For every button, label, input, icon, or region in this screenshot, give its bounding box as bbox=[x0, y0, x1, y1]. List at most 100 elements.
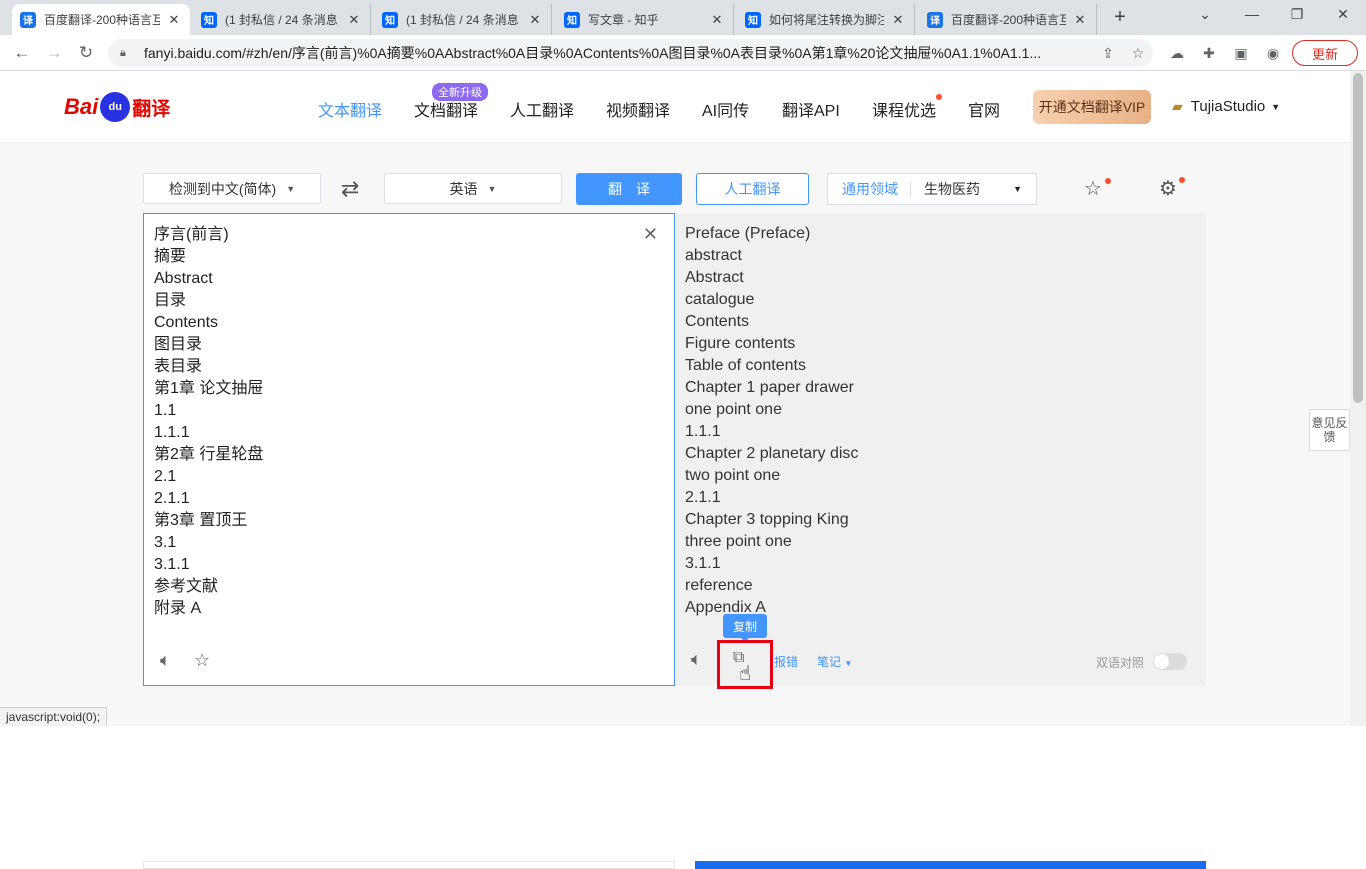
site-header: Bai du 翻译 文本翻译 文档翻译 全新升级 人工翻译 视频翻译 AI同传 … bbox=[0, 71, 1350, 143]
source-language-label: 检测到中文(简体) bbox=[168, 180, 277, 197]
baidu-translate-logo[interactable]: Bai du 翻译 bbox=[64, 90, 170, 124]
forward-icon[interactable]: → bbox=[42, 41, 66, 65]
text-line: 第1章 论文抽屉 bbox=[154, 380, 264, 397]
browser-toolbar: ← → ↻ 🔒︎ fanyi.baidu.com/#zh/en/序言(前言)%0… bbox=[0, 35, 1366, 71]
nav-courses[interactable]: 课程优选 bbox=[872, 97, 936, 121]
text-line: 第2章 行星轮盘 bbox=[154, 446, 264, 463]
logo-paw-icon: du bbox=[100, 92, 131, 122]
report-error-link[interactable]: 报错 bbox=[774, 653, 798, 670]
source-text-panel[interactable]: 序言(前言) 摘要 Abstract 目录 Contents 图目录 表目录 第1章 论文抽屉… bbox=[143, 213, 675, 686]
nav-video-translate[interactable]: 视频翻译 bbox=[606, 97, 670, 121]
new-tab-button[interactable]: + bbox=[1108, 6, 1132, 30]
domain-select[interactable]: 通用领域 生物医药 ▼ bbox=[827, 173, 1037, 205]
browser-tab-2[interactable]: 知 (1 封私信 / 24 条消息 ✕ bbox=[193, 4, 371, 35]
scrollbar-thumb[interactable] bbox=[1353, 73, 1363, 403]
lock-icon[interactable]: 🔒︎ bbox=[120, 47, 134, 60]
text-line: 目录 bbox=[154, 292, 187, 309]
nav-human-translate[interactable]: 人工翻译 bbox=[510, 97, 574, 121]
extension-cloud-icon[interactable]: ☁ bbox=[1166, 42, 1188, 64]
close-tab-icon[interactable]: ✕ bbox=[166, 12, 182, 28]
new-upgrade-badge: 全新升级 bbox=[432, 83, 488, 101]
update-button[interactable]: 更新 bbox=[1292, 40, 1358, 66]
notification-dot bbox=[936, 94, 942, 100]
text-line: Chapter 2 planetary disc bbox=[685, 445, 859, 462]
text-line: abstract bbox=[685, 247, 742, 264]
bottom-banner[interactable] bbox=[695, 861, 1206, 869]
settings-gear-icon[interactable]: ⚙ bbox=[1159, 176, 1177, 201]
text-line: catalogue bbox=[685, 291, 755, 308]
text-line: 1.1.1 bbox=[154, 424, 190, 441]
tab-search-icon[interactable]: ⌄ bbox=[1190, 6, 1220, 28]
text-line: 3.1.1 bbox=[685, 555, 721, 572]
zhihu-favicon-icon: 知 bbox=[201, 11, 217, 28]
text-line: 1.1 bbox=[154, 402, 177, 419]
tab-title: 如何将尾注转换为脚注 bbox=[769, 13, 884, 27]
favorites-folder-icon[interactable]: ☆ bbox=[1084, 176, 1102, 201]
bilingual-toggle[interactable] bbox=[1153, 653, 1187, 670]
browser-tab-4[interactable]: 知 写文章 - 知乎 ✕ bbox=[556, 4, 734, 35]
browser-tab-1[interactable]: 译 百度翻译-200种语言互 ✕ bbox=[12, 4, 190, 35]
bottom-left-card bbox=[143, 861, 675, 869]
translate-button[interactable]: 翻译 bbox=[576, 173, 682, 205]
text-line: reference bbox=[685, 577, 753, 594]
text-line: 第3章 置顶王 bbox=[154, 512, 248, 529]
tab-title: 百度翻译-200种语言互 bbox=[951, 13, 1066, 27]
restore-icon[interactable]: ❐ bbox=[1282, 6, 1312, 28]
target-language-select[interactable]: 英语 ▼ bbox=[384, 173, 562, 204]
share-icon[interactable]: ⇪ bbox=[1093, 45, 1123, 62]
browser-tab-5[interactable]: 知 如何将尾注转换为脚注 ✕ bbox=[737, 4, 915, 35]
text-line: Chapter 3 topping King bbox=[685, 511, 849, 528]
chevron-down-icon: ▼ bbox=[844, 659, 853, 668]
profile-avatar-icon[interactable]: ◉ bbox=[1262, 42, 1284, 64]
user-menu[interactable]: ▰ TujiaStudio ▼ bbox=[1172, 98, 1280, 115]
nav-ai-interpret[interactable]: AI同传 bbox=[702, 97, 749, 121]
source-language-select[interactable]: 检测到中文(简体) ▼ bbox=[143, 173, 321, 204]
side-panel-icon[interactable]: ▣ bbox=[1230, 42, 1252, 64]
bookmark-star-icon[interactable]: ☆ bbox=[1123, 45, 1153, 62]
nav-text-translate[interactable]: 文本翻译 bbox=[318, 97, 382, 121]
baidu-translate-favicon-icon: 译 bbox=[20, 11, 36, 28]
swap-languages-icon[interactable]: ⇄ bbox=[341, 176, 359, 202]
translation-text: Preface (Preface) abstract Abstract catalog… bbox=[685, 223, 858, 619]
bilingual-label: 双语对照 bbox=[1096, 656, 1145, 670]
toggle-knob bbox=[1154, 654, 1169, 669]
favorite-star-icon[interactable]: ☆ bbox=[194, 650, 210, 671]
speaker-icon[interactable]: 🔈︎ bbox=[160, 650, 171, 671]
translate-controls: 检测到中文(简体) ▼ ⇄ 英语 ▼ 翻译 人工翻译 通用领域 生物医药 ▼ ☆… bbox=[143, 173, 1206, 205]
address-bar[interactable]: 🔒︎ fanyi.baidu.com/#zh/en/序言(前言)%0A摘要%0A… bbox=[108, 39, 1153, 67]
back-icon[interactable]: ← bbox=[10, 41, 34, 65]
domain-value: 生物医药 bbox=[924, 181, 980, 197]
source-text[interactable]: 序言(前言) 摘要 Abstract 目录 Contents 图目录 表目录 第1章 论文抽屉… bbox=[154, 224, 263, 620]
clear-text-icon[interactable]: ✕ bbox=[643, 224, 658, 245]
nav-translate-api[interactable]: 翻译API bbox=[782, 97, 840, 121]
close-tab-icon[interactable]: ✕ bbox=[709, 12, 725, 28]
close-tab-icon[interactable]: ✕ bbox=[346, 12, 362, 28]
browser-tab-3[interactable]: 知 (1 封私信 / 24 条消息 ✕ bbox=[374, 4, 552, 35]
translate-main: 检测到中文(简体) ▼ ⇄ 英语 ▼ 翻译 人工翻译 通用领域 生物医药 ▼ ☆… bbox=[0, 143, 1350, 869]
text-line: Figure contents bbox=[685, 335, 796, 352]
speaker-icon[interactable]: 🔈︎ bbox=[691, 649, 702, 670]
close-tab-icon[interactable]: ✕ bbox=[1072, 12, 1088, 28]
notes-dropdown[interactable]: 笔记 ▼ bbox=[817, 653, 852, 670]
text-line: 2.1.1 bbox=[685, 489, 721, 506]
tab-title: (1 封私信 / 24 条消息 bbox=[406, 13, 519, 27]
zhihu-favicon-icon: 知 bbox=[564, 11, 580, 28]
browser-tab-6[interactable]: 译 百度翻译-200种语言互 ✕ bbox=[919, 4, 1097, 35]
text-line: 附录 A bbox=[154, 600, 202, 617]
text-line: three point one bbox=[685, 533, 792, 550]
close-tab-icon[interactable]: ✕ bbox=[527, 12, 543, 28]
feedback-button[interactable]: 意见反馈 bbox=[1309, 409, 1350, 451]
nav-official-site[interactable]: 官网 bbox=[968, 97, 1000, 121]
text-line: 摘要 bbox=[154, 248, 187, 265]
minimize-icon[interactable]: — bbox=[1237, 6, 1267, 28]
target-language-label: 英语 bbox=[449, 180, 478, 197]
page-scrollbar[interactable] bbox=[1350, 71, 1366, 726]
reload-icon[interactable]: ↻ bbox=[74, 41, 98, 65]
text-line: 参考文献 bbox=[154, 578, 219, 595]
vip-button[interactable]: 开通文档翻译VIP bbox=[1033, 90, 1151, 124]
extensions-puzzle-icon[interactable]: ✚ bbox=[1198, 42, 1220, 64]
tab-title: (1 封私信 / 24 条消息 bbox=[225, 13, 338, 27]
close-window-icon[interactable]: ✕ bbox=[1328, 6, 1358, 28]
human-translate-button[interactable]: 人工翻译 bbox=[696, 173, 809, 205]
close-tab-icon[interactable]: ✕ bbox=[890, 12, 906, 28]
